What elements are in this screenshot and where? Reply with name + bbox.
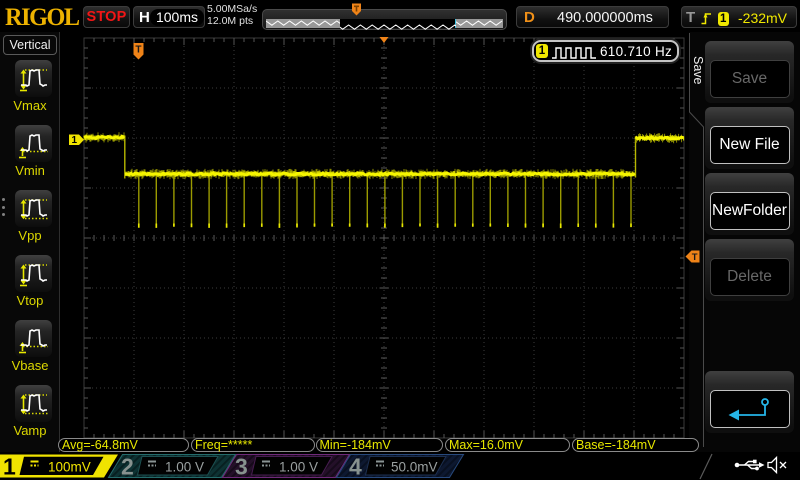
svg-text:50.0mV: 50.0mV xyxy=(391,459,438,474)
svg-text:1.00 V: 1.00 V xyxy=(279,459,318,474)
svg-text:T: T xyxy=(135,45,141,56)
svg-text:1.00 V: 1.00 V xyxy=(165,459,204,474)
svg-text:T: T xyxy=(692,252,698,263)
svg-text:1: 1 xyxy=(3,454,16,480)
svg-text:4: 4 xyxy=(349,454,362,480)
svg-text:100mV: 100mV xyxy=(48,459,91,474)
svg-text:1: 1 xyxy=(72,135,78,146)
svg-text:2: 2 xyxy=(121,454,134,480)
svg-text:3: 3 xyxy=(235,454,248,480)
